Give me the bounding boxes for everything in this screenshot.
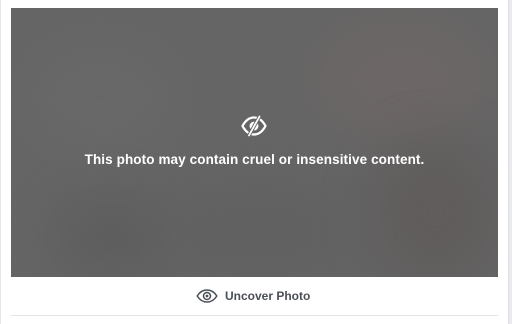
photo-footer: Uncover Photo <box>11 277 498 315</box>
card-right-border <box>508 0 509 324</box>
blurred-photo-region <box>21 38 181 158</box>
blurred-photo-region <box>311 18 491 138</box>
sensitive-content-warning: This photo may contain cruel or insensit… <box>84 152 425 167</box>
eye-slash-icon <box>241 115 267 137</box>
blurred-photo-region <box>51 198 171 277</box>
blurred-photo-region <box>171 188 351 277</box>
uncover-photo-button[interactable]: Uncover Photo <box>196 286 310 306</box>
eye-icon <box>196 289 218 303</box>
post-card: This photo may contain cruel or insensit… <box>0 0 509 324</box>
footer-divider <box>11 315 498 316</box>
card-left-border <box>0 0 1 324</box>
sensitive-photo-cover[interactable]: This photo may contain cruel or insensit… <box>11 8 498 277</box>
uncover-photo-label: Uncover Photo <box>225 289 311 303</box>
